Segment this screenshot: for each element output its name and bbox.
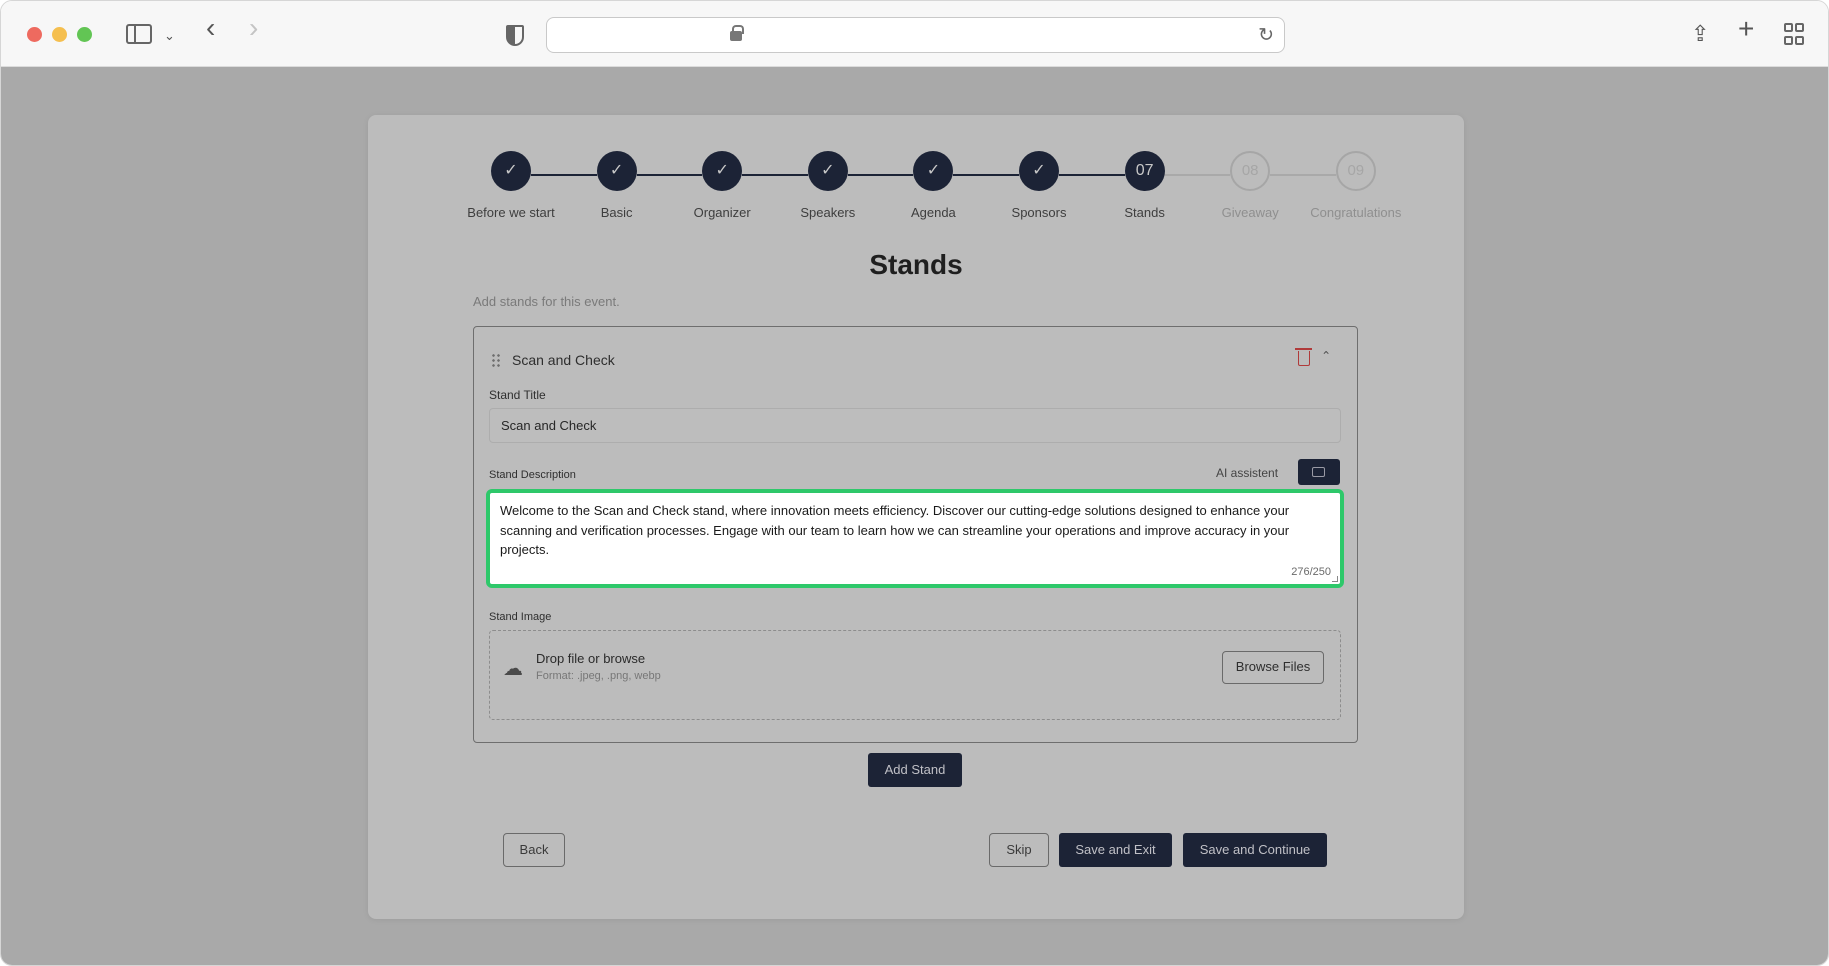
browser-toolbar: ⌄ ‹ › ↻ ⇪ + (1, 1, 1828, 67)
reload-icon[interactable]: ↻ (1258, 24, 1274, 47)
chevron-up-icon[interactable]: ⌄ (1321, 348, 1331, 362)
save-and-exit-button[interactable]: Save and Exit (1059, 833, 1172, 867)
back-button[interactable]: Back (503, 833, 565, 867)
forward-arrow-icon[interactable]: › (249, 14, 258, 42)
wizard-card: ✓ Before we start ✓ Basic ✓ Organizer ✓ Speaker… (368, 115, 1464, 919)
zoom-window-button[interactable] (77, 27, 92, 42)
tab-overview-icon[interactable] (1784, 23, 1806, 45)
step-number: 08 (1230, 151, 1271, 191)
privacy-shield-icon[interactable] (506, 25, 524, 46)
resize-handle[interactable] (1332, 576, 1338, 582)
minimize-window-button[interactable] (52, 27, 67, 42)
stand-panel-title: Scan and Check (512, 352, 615, 368)
check-icon: ✓ (913, 151, 954, 191)
page-title: Stands (869, 249, 963, 280)
check-icon: ✓ (596, 151, 637, 191)
step-number: 09 (1335, 151, 1376, 191)
ai-assistant-button[interactable] (1298, 459, 1340, 485)
progress-stepper: ✓ Before we start ✓ Basic ✓ Organizer ✓ Speaker… (446, 151, 1401, 231)
chevron-down-icon[interactable]: ⌄ (164, 23, 175, 49)
stand-image-label: Stand Image (489, 611, 552, 623)
check-icon: ✓ (1019, 151, 1059, 191)
cloud-upload-icon: ☁ (503, 658, 523, 680)
share-icon[interactable]: ⇪ (1691, 21, 1709, 47)
address-bar[interactable]: ↻ (546, 17, 1285, 53)
browse-files-button[interactable]: Browse Files (1222, 651, 1324, 684)
page-backdrop: ✓ Before we start ✓ Basic ✓ Organizer ✓ Speaker… (1, 67, 1828, 965)
stand-panel: Scan and Check ⌄ Stand Title Scan and Ch… (473, 326, 1358, 743)
camera-icon (1312, 467, 1325, 477)
delete-trash-icon[interactable] (1295, 348, 1312, 366)
close-window-button[interactable] (27, 27, 42, 42)
stand-title-input[interactable]: Scan and Check (489, 408, 1341, 443)
lock-icon (730, 25, 744, 41)
check-icon: ✓ (702, 151, 743, 191)
sidebar-toggle-icon[interactable] (126, 24, 152, 44)
drag-handle-icon[interactable] (491, 353, 501, 367)
page-subtitle: Add stands for this event. (473, 294, 620, 309)
stand-title-label: Stand Title (489, 388, 546, 402)
ai-assistant-label: AI assistent (1216, 466, 1279, 480)
skip-button[interactable]: Skip (989, 833, 1049, 867)
drop-zone-format-hint: Format: .jpeg, .png, webp (536, 670, 661, 682)
stand-description-text: Welcome to the Scan and Check stand, whe… (500, 503, 1290, 557)
stand-description-textarea[interactable]: Welcome to the Scan and Check stand, whe… (486, 489, 1344, 588)
browser-window: ⌄ ‹ › ↻ ⇪ + ✓ Before we start ✓ Basic ✓ Organ… (0, 0, 1829, 966)
step-number: 07 (1124, 151, 1165, 191)
drop-zone-title: Drop file or browse (536, 651, 646, 666)
check-icon: ✓ (491, 151, 531, 191)
add-stand-button[interactable]: Add Stand (868, 753, 962, 787)
step-label: Congratulations (1310, 205, 1402, 220)
save-and-continue-button[interactable]: Save and Continue (1183, 833, 1327, 867)
character-counter: 276/250 (1291, 566, 1331, 578)
check-icon: ✓ (807, 151, 848, 191)
new-tab-plus-icon[interactable]: + (1738, 15, 1754, 43)
stand-description-label: Stand Description (489, 469, 576, 481)
back-arrow-icon[interactable]: ‹ (206, 14, 215, 42)
image-drop-zone[interactable]: ☁ Drop file or browse Format: .jpeg, .pn… (489, 630, 1341, 720)
step-congratulations[interactable]: 09 Congratulations (1291, 151, 1421, 220)
